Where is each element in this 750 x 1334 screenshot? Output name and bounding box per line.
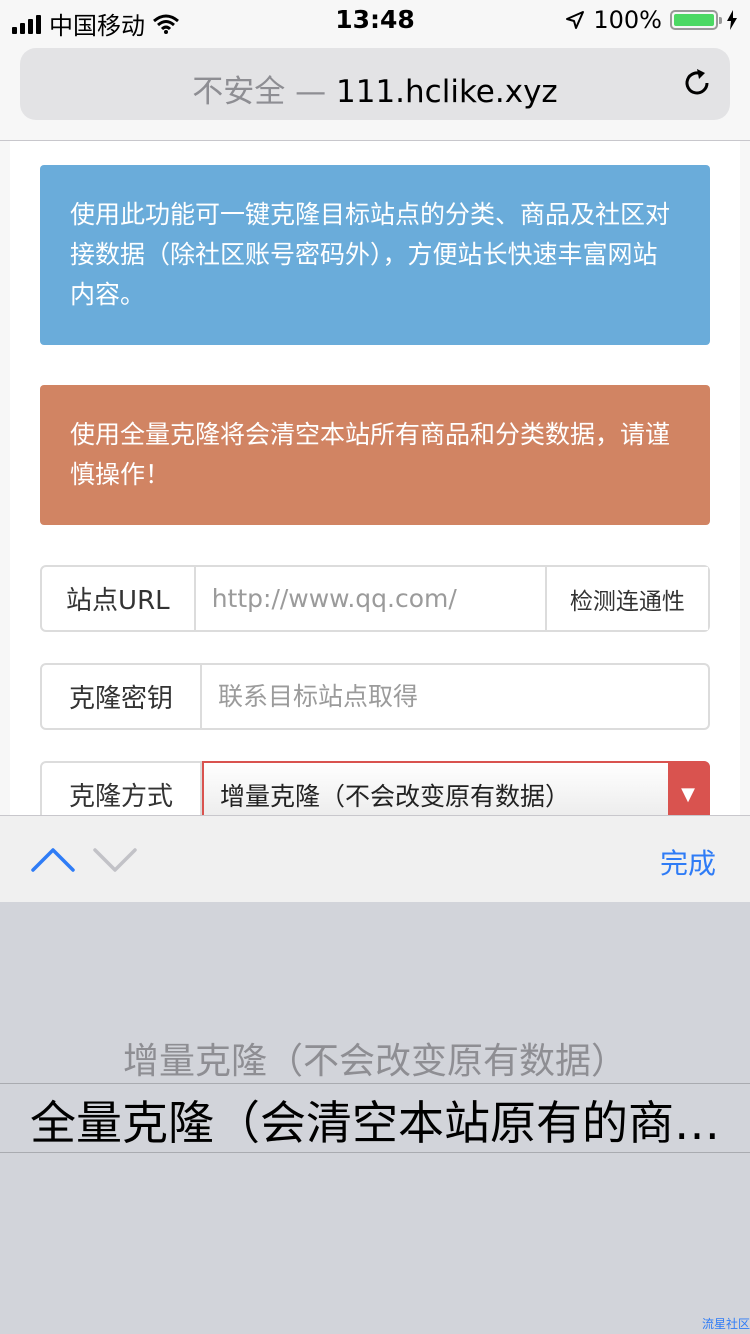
picker-selection-line-top [0,1083,750,1084]
warning-alert: 使用全量克隆将会清空本站所有商品和分类数据，请谨慎操作！ [40,385,710,525]
previous-field-chevron-up-icon[interactable] [30,840,76,880]
insecure-label: 不安全 — [192,74,327,110]
charging-bolt-icon [727,10,737,30]
site-url-group: 站点URL 检测连通性 [40,565,710,632]
picker-option-selected[interactable]: 全量克隆（会清空本站原有的商… [0,1087,750,1153]
next-field-chevron-down-icon[interactable] [92,840,138,880]
battery-fill [674,14,714,26]
check-connectivity-button[interactable]: 检测连通性 [544,567,708,630]
keyboard-toolbar: 完成 [0,815,750,902]
watermark: 流星社区 [701,1317,750,1331]
clone-mode-select[interactable]: 增量克隆（不会改变原有数据） ▼ [202,761,710,815]
done-button[interactable]: 完成 [660,842,716,882]
info-alert: 使用此功能可一键克隆目标站点的分类、商品及社区对接数据（除社区账号密码外），方便… [40,165,710,345]
status-bar: 中国移动 13:48 100% [0,0,750,40]
site-url-input[interactable] [195,567,545,630]
battery-percentage: 100% [593,6,662,34]
url-host: 111.hclike.xyz [336,74,558,110]
picker-option[interactable]: 增量克隆（不会改变原有数据） [0,1032,750,1084]
dropdown-arrow-icon[interactable]: ▼ [668,763,708,815]
clone-mode-label: 克隆方式 [42,763,202,815]
url-display[interactable]: 不安全 — 111.hclike.xyz [20,66,730,111]
web-page: 使用此功能可一键克隆目标站点的分类、商品及社区对接数据（除社区账号密码外），方便… [10,141,740,815]
address-bar[interactable]: 不安全 — 111.hclike.xyz [20,48,730,120]
clone-key-label: 克隆密钥 [42,665,202,728]
location-arrow-icon [566,11,585,29]
status-right: 100% [565,6,738,34]
clone-mode-group: 克隆方式 增量克隆（不会改变原有数据） ▼ [40,761,710,815]
clone-key-input[interactable] [202,665,708,728]
clone-key-group: 克隆密钥 [40,663,710,730]
battery-icon [670,10,722,30]
picker-selection-line-bottom [0,1152,750,1153]
clone-mode-selected-value: 增量克隆（不会改变原有数据） [220,781,571,811]
reload-icon[interactable] [680,66,714,100]
picker-wheel[interactable]: 增量克隆（不会改变原有数据） 全量克隆（会清空本站原有的商… 流星社区 [0,902,750,1334]
site-url-label: 站点URL [42,567,196,630]
